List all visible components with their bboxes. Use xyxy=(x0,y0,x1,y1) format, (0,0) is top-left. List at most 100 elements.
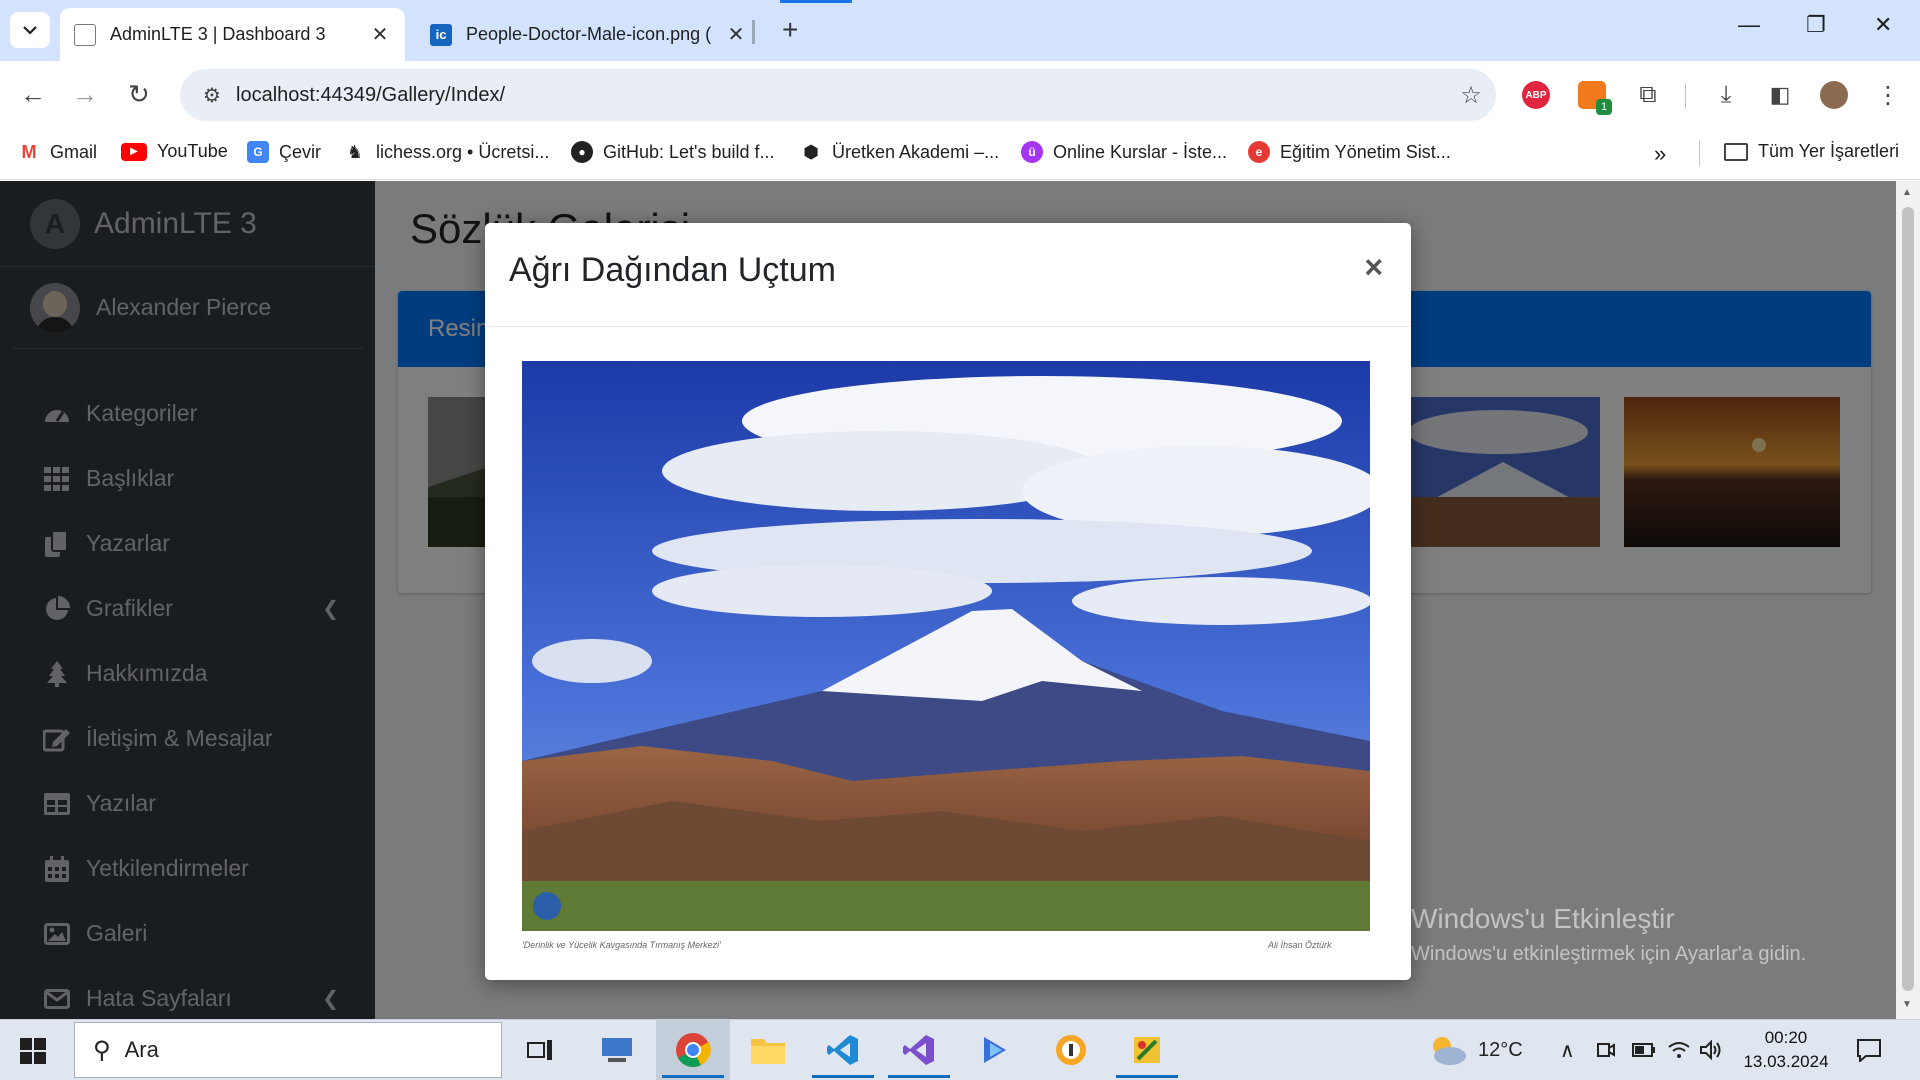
page-viewport: A AdminLTE 3 Alexander Pierce Kategorile… xyxy=(0,181,1896,1019)
toolbar-divider xyxy=(1685,83,1686,109)
address-bar[interactable]: ⚙ localhost:44349/Gallery/Index/ ☆ xyxy=(180,69,1496,121)
bookmark-github[interactable]: ● GitHub: Let's build f... xyxy=(571,141,775,163)
weather-widget[interactable]: 12°C xyxy=(1428,1020,1523,1080)
window-close-icon[interactable]: ✕ xyxy=(1874,12,1892,38)
site-info-icon[interactable]: ⚙ xyxy=(188,83,236,108)
task-view-icon[interactable] xyxy=(503,1020,577,1080)
bookmarks-divider xyxy=(1699,140,1700,166)
clock-date: 13.03.2024 xyxy=(1743,1052,1829,1071)
scroll-thumb[interactable] xyxy=(1902,207,1914,991)
extension-badge-icon[interactable]: 1 xyxy=(1578,81,1612,115)
bookmark-label: Çevir xyxy=(279,141,322,162)
taskbar-clock[interactable]: 00:20 13.03.2024 xyxy=(1728,1026,1844,1074)
back-icon[interactable]: ← xyxy=(20,79,46,110)
watermark-title: Windows'u Etkinleştir xyxy=(1411,903,1675,934)
browser-tabstrip: AdminLTE 3 | Dashboard 3 ✕ ic People-Doc… xyxy=(0,0,1920,61)
bookmark-label: Eğitim Yönetim Sist... xyxy=(1280,141,1451,162)
tab-title: People-Doctor-Male-icon.png ( xyxy=(466,24,712,44)
tab-search-button[interactable] xyxy=(10,12,50,48)
modal-photo-mount-agri xyxy=(522,361,1370,931)
chrome-icon[interactable] xyxy=(656,1020,730,1080)
bookmark-star-icon[interactable]: ☆ xyxy=(1446,81,1496,110)
wifi-icon[interactable] xyxy=(1668,1020,1690,1080)
search-icon: ⚲ xyxy=(93,1036,111,1064)
modal-close-button[interactable]: × xyxy=(1364,249,1383,286)
windows-activation-watermark: Windows'u Etkinleştir Windows'u etkinleş… xyxy=(1411,903,1806,966)
iconarchive-icon: ic xyxy=(430,23,452,46)
side-panel-icon[interactable]: ◧ xyxy=(1766,81,1794,109)
tray-expand-icon[interactable]: ∧ xyxy=(1560,1020,1575,1080)
tab-title: AdminLTE 3 | Dashboard 3 xyxy=(110,24,326,44)
tab-doctor-icon[interactable]: ic People-Doctor-Male-icon.png ( ✕ xyxy=(416,8,761,61)
extension-badge-count: 1 xyxy=(1596,99,1612,115)
photo-caption-left: 'Derinlik ve Yücelik Kavgasında Tırmanış… xyxy=(522,940,721,950)
uretken-icon: ⬢ xyxy=(803,141,819,162)
tab-dashboard[interactable]: AdminLTE 3 | Dashboard 3 ✕ xyxy=(60,8,405,61)
clock-time: 00:20 xyxy=(1764,1028,1808,1047)
folder-icon xyxy=(1724,142,1748,161)
forward-icon[interactable]: → xyxy=(72,79,98,110)
bookmark-label: Online Kurslar - İste... xyxy=(1053,141,1228,162)
all-bookmarks-button[interactable]: Tüm Yer İşaretleri xyxy=(1724,141,1899,162)
bookmark-lichess[interactable]: ♞ lichess.org • Ücretsi... xyxy=(344,141,549,163)
scroll-down-icon[interactable]: ▼ xyxy=(1902,999,1912,1010)
udemy-icon: ü xyxy=(1021,141,1043,163)
windows-start-icon[interactable] xyxy=(20,1038,46,1069)
taskbar-search[interactable]: ⚲ Ara xyxy=(74,1022,502,1078)
minimize-icon[interactable]: — xyxy=(1738,12,1760,38)
visual-studio-icon[interactable] xyxy=(882,1020,956,1080)
gmail-icon: M xyxy=(21,141,37,162)
watermark-subtitle: Windows'u etkinleştirmek için Ayarlar'a … xyxy=(1411,943,1807,965)
modal-header: Ağrı Dağından Uçtum × xyxy=(485,223,1411,327)
volume-icon[interactable] xyxy=(1700,1020,1722,1080)
notification-center-icon[interactable] xyxy=(1856,1020,1882,1080)
scroll-up-icon[interactable]: ▲ xyxy=(1902,187,1912,198)
windows-taskbar: ⚲ Ara 12°C ∧ 00:20 13.03.2024 xyxy=(0,1019,1920,1080)
file-explorer-icon[interactable] xyxy=(731,1020,805,1080)
image-modal: Ağrı Dağından Uçtum × 'Derinlik ve Yücel… xyxy=(485,223,1411,980)
bookmark-label: Gmail xyxy=(50,141,98,162)
bookmark-label: Üretken Akademi –... xyxy=(832,141,1000,162)
more-bookmarks-icon[interactable]: » xyxy=(1654,141,1666,167)
bookmark-label: GitHub: Let's build f... xyxy=(603,141,775,162)
brave-browser-icon[interactable] xyxy=(1034,1020,1108,1080)
tab-divider xyxy=(752,20,755,44)
adblock-icon[interactable]: ABP xyxy=(1522,81,1550,109)
meet-now-icon[interactable] xyxy=(1596,1020,1616,1080)
reload-icon[interactable]: ↻ xyxy=(128,79,150,110)
vscode-icon[interactable] xyxy=(806,1020,880,1080)
chevron-down-icon xyxy=(23,26,37,35)
bookmark-youtube[interactable]: ▶ YouTube xyxy=(121,141,228,162)
bookmark-uretken[interactable]: ⬢ Üretken Akademi –... xyxy=(800,141,999,163)
menu-kebab-icon[interactable]: ⋮ xyxy=(1874,81,1902,109)
copilot-icon[interactable] xyxy=(958,1020,1032,1080)
remote-desktop-icon[interactable] xyxy=(580,1020,654,1080)
lichess-icon: ♞ xyxy=(346,141,364,162)
bookmarks-bar: M Gmail ▶ YouTube G Çevir ♞ lichess.org … xyxy=(0,127,1920,180)
bookmark-label: YouTube xyxy=(157,141,228,161)
photo-caption-right: Ali İhsan Öztürk xyxy=(1268,940,1332,950)
page-icon xyxy=(74,23,96,46)
extensions-puzzle-icon[interactable]: ⧉ xyxy=(1634,81,1662,109)
bookmark-gmail[interactable]: M Gmail xyxy=(18,141,98,163)
page-scrollbar[interactable]: ▲ ▼ xyxy=(1896,181,1920,1019)
bookmark-cevir[interactable]: G Çevir xyxy=(247,141,321,163)
translate-icon: G xyxy=(247,141,269,163)
github-icon: ● xyxy=(571,141,593,163)
close-icon[interactable]: ✕ xyxy=(725,22,747,47)
download-icon[interactable]: ⤓ xyxy=(1712,81,1740,109)
restore-icon[interactable]: ❐ xyxy=(1806,12,1826,38)
weather-temperature: 12°C xyxy=(1478,1038,1523,1061)
bookmark-udemy[interactable]: ü Online Kurslar - İste... xyxy=(1021,141,1227,163)
all-bookmarks-label: Tüm Yer İşaretleri xyxy=(1758,141,1900,161)
new-tab-button[interactable]: + xyxy=(782,14,798,46)
url-text[interactable]: localhost:44349/Gallery/Index/ xyxy=(236,84,1446,107)
snipping-tool-icon[interactable] xyxy=(1110,1020,1184,1080)
bookmark-egitim[interactable]: e Eğitim Yönetim Sist... xyxy=(1248,141,1451,163)
bookmark-label: lichess.org • Ücretsi... xyxy=(376,141,550,162)
battery-icon[interactable] xyxy=(1632,1020,1656,1080)
egitim-icon: e xyxy=(1248,141,1270,163)
close-icon[interactable]: ✕ xyxy=(369,22,391,47)
tab-loading-indicator xyxy=(780,0,852,3)
profile-avatar[interactable] xyxy=(1820,81,1848,109)
